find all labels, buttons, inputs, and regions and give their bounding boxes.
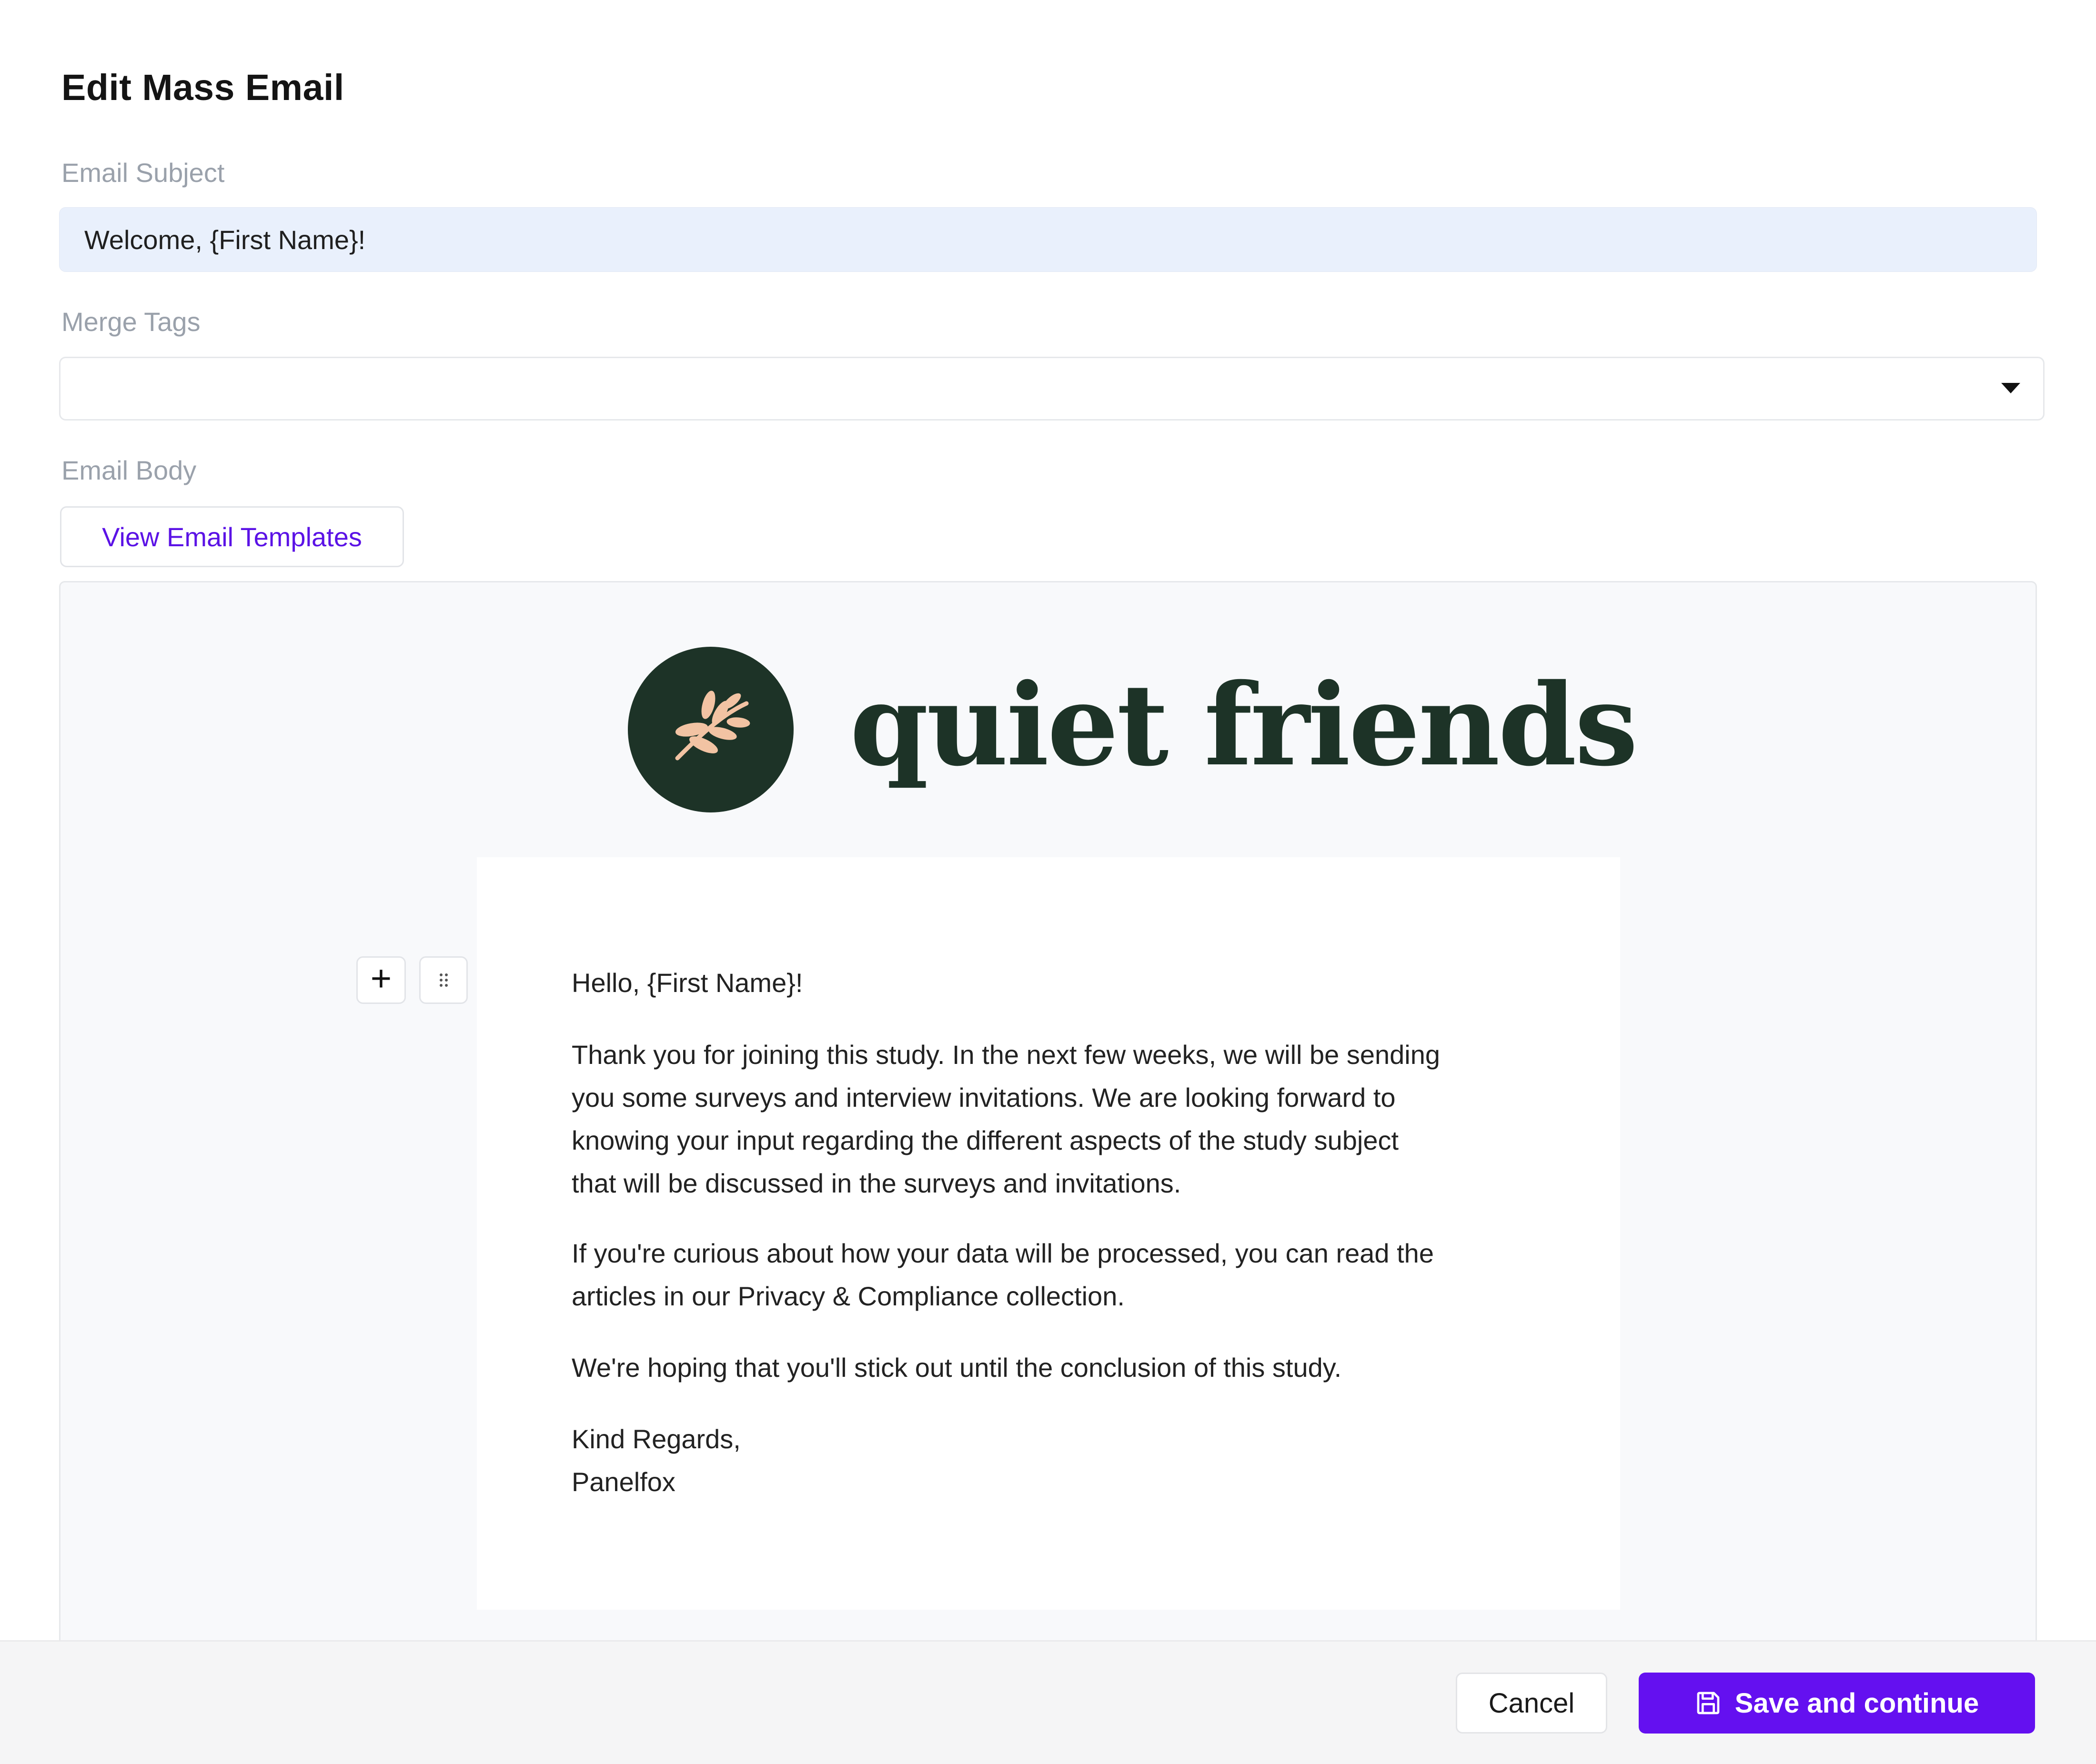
email-subject-value: Welcome, {First Name}! [84, 224, 366, 255]
email-greeting: Hello, {First Name}! [572, 968, 803, 998]
brand-name: quiet friends [850, 659, 1638, 791]
paragraph-line: articles in our Privacy & Compliance col… [572, 1281, 1125, 1311]
plus-icon: + [370, 958, 392, 999]
leaf-icon [628, 647, 794, 812]
email-subject-input[interactable]: Welcome, {First Name}! [59, 207, 2037, 272]
paragraph-line: you some surveys and interview invitatio… [572, 1082, 1396, 1113]
email-paragraph-3: We're hoping that you'll stick out until… [572, 1353, 1342, 1383]
add-block-button[interactable]: + [356, 956, 406, 1004]
drag-handle-icon [439, 973, 448, 987]
edit-mass-email-modal: Edit Mass Email Email Subject Welcome, {… [0, 0, 2096, 1764]
email-subject-label: Email Subject [61, 158, 225, 188]
save-button-label: Save and continue [1734, 1687, 1979, 1719]
floppy-disk-icon [1695, 1690, 1722, 1716]
merge-tags-label: Merge Tags [61, 307, 201, 337]
merge-tags-select[interactable] [59, 357, 2045, 421]
save-and-continue-button[interactable]: Save and continue [1639, 1673, 2035, 1734]
cancel-button[interactable]: Cancel [1456, 1673, 1607, 1734]
email-paragraph-2: If you're curious about how your data wi… [572, 1232, 1562, 1318]
paragraph-line: Thank you for joining this study. In the… [572, 1040, 1441, 1070]
email-signoff: Kind Regards, Panelfox [572, 1418, 1562, 1503]
paragraph-line: If you're curious about how your data wi… [572, 1238, 1434, 1268]
paragraph-line: that will be discussed in the surveys an… [572, 1168, 1181, 1198]
modal-title: Edit Mass Email [61, 67, 344, 108]
signoff-line: Kind Regards, [572, 1424, 741, 1454]
signature-line: Panelfox [572, 1467, 675, 1497]
drag-block-handle[interactable] [419, 956, 468, 1004]
view-email-templates-button[interactable]: View Email Templates [60, 506, 404, 567]
email-paragraph-1: Thank you for joining this study. In the… [572, 1033, 1562, 1205]
brand-header: quiet friends [628, 647, 1638, 812]
paragraph-line: knowing your input regarding the differe… [572, 1125, 1399, 1155]
caret-down-icon[interactable] [2001, 383, 2020, 393]
email-body-label: Email Body [61, 455, 197, 485]
